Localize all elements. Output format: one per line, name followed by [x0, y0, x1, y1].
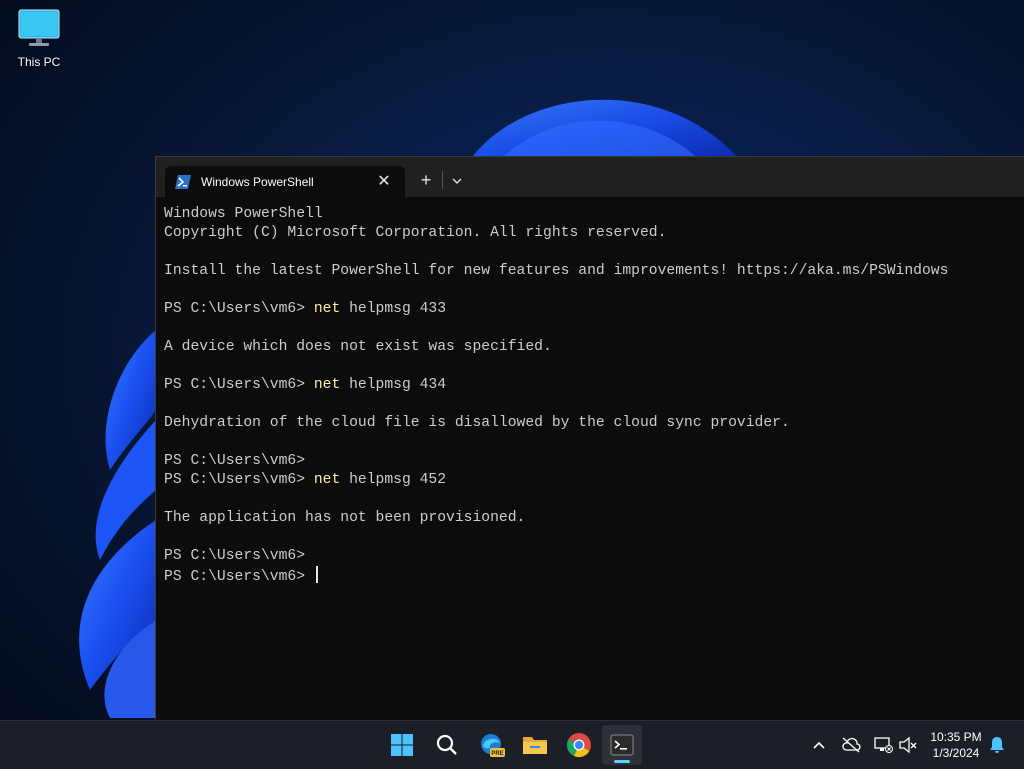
monitor-icon [18, 9, 60, 46]
chevron-down-icon [452, 178, 462, 184]
console-line: PS C:\Users\vm6> net helpmsg 433 [164, 300, 1014, 319]
edge-badge-label: PRE [491, 751, 503, 757]
file-explorer-button[interactable] [515, 725, 555, 765]
chevron-up-icon [813, 741, 825, 749]
clock-time: 10:35 PM [930, 730, 982, 744]
command-name: net [313, 377, 341, 393]
notifications-button[interactable] [985, 733, 1009, 757]
console-line: A device which does not exist was specif… [164, 338, 1014, 357]
network-tray-button[interactable] [871, 733, 895, 757]
output-text: The application has not been provisioned… [164, 510, 526, 526]
volume-tray-button[interactable] [896, 733, 920, 757]
output-text: PS C:\Users\vm6> [164, 453, 306, 469]
onedrive-tray-button[interactable] [839, 733, 863, 757]
volume-muted-icon [899, 736, 917, 754]
tab-bar: Windows PowerShell ✕ + [156, 157, 1024, 197]
network-disconnected-icon [874, 737, 893, 753]
cloud-offline-icon [842, 737, 861, 753]
tray-clock[interactable]: 10:35 PM 1/3/2024 [926, 729, 986, 761]
bell-icon [990, 737, 1004, 753]
close-tab-icon[interactable]: ✕ [371, 173, 397, 190]
prompt-text: PS C:\Users\vm6> [164, 377, 314, 393]
output-text: A device which does not exist was specif… [164, 339, 552, 355]
output-text: Dehydration of the cloud file is disallo… [164, 415, 790, 431]
this-pc-desktop-icon[interactable]: This PC [10, 8, 68, 69]
tab-separator [442, 171, 443, 189]
output-text: PS C:\Users\vm6> [164, 548, 306, 564]
chrome-icon [566, 733, 591, 758]
console-line: Install the latest PowerShell for new fe… [164, 262, 1014, 281]
powershell-window[interactable]: Windows PowerShell ✕ + Windows PowerShel… [155, 156, 1024, 720]
prompt-text: PS C:\Users\vm6> [164, 301, 314, 317]
folder-icon [523, 737, 547, 754]
edge-beta-icon: PRE [481, 734, 505, 757]
new-tab-button[interactable]: + [414, 169, 438, 191]
tab-dropdown-button[interactable] [446, 169, 468, 191]
console-line: PS C:\Users\vm6> net helpmsg 452 [164, 471, 1014, 490]
console-line: Dehydration of the cloud file is disallo… [164, 414, 1014, 433]
console-line: PS C:\Users\vm6> [164, 547, 1014, 566]
active-app-indicator [614, 760, 630, 763]
prompt-text: PS C:\Users\vm6> [164, 569, 314, 585]
command-name: net [313, 472, 341, 488]
command-args: helpmsg 433 [340, 301, 447, 317]
taskbar: PRE 10:35 PM 1/3/2024 [0, 720, 1024, 769]
terminal-icon [610, 734, 634, 756]
command-args: helpmsg 434 [340, 377, 447, 393]
edge-beta-button[interactable]: PRE [472, 725, 512, 765]
console-line: PS C:\Users\vm6> net helpmsg 434 [164, 376, 1014, 395]
console-line: Copyright (C) Microsoft Corporation. All… [164, 224, 1014, 243]
chrome-button[interactable] [559, 725, 599, 765]
command-name: net [313, 301, 341, 317]
start-button[interactable] [382, 725, 422, 765]
show-hidden-icons-button[interactable] [807, 733, 831, 757]
this-pc-label: This PC [17, 55, 61, 69]
tab-windows-powershell[interactable]: Windows PowerShell ✕ [165, 166, 405, 197]
console-output[interactable]: Windows PowerShell Copyright (C) Microsof… [164, 205, 1014, 585]
console-line: PS C:\Users\vm6> [164, 452, 1014, 471]
text-cursor [315, 566, 318, 583]
powershell-icon [175, 174, 191, 189]
tab-title: Windows PowerShell [201, 174, 314, 189]
console-line: PS C:\Users\vm6> [164, 566, 1014, 585]
console-line: The application has not been provisioned… [164, 509, 1014, 528]
search-icon [436, 734, 457, 755]
clock-date: 1/3/2024 [932, 746, 980, 760]
windows-logo-icon [391, 734, 413, 756]
command-args: helpmsg 452 [340, 472, 447, 488]
output-text: Copyright (C) Microsoft Corporation. All… [164, 225, 667, 241]
prompt-text: PS C:\Users\vm6> [164, 472, 314, 488]
output-text: Install the latest PowerShell for new fe… [164, 263, 949, 279]
search-button[interactable] [427, 725, 467, 765]
terminal-button[interactable] [602, 725, 642, 765]
output-text: Windows PowerShell [164, 206, 323, 222]
console-line: Windows PowerShell [164, 205, 1014, 224]
